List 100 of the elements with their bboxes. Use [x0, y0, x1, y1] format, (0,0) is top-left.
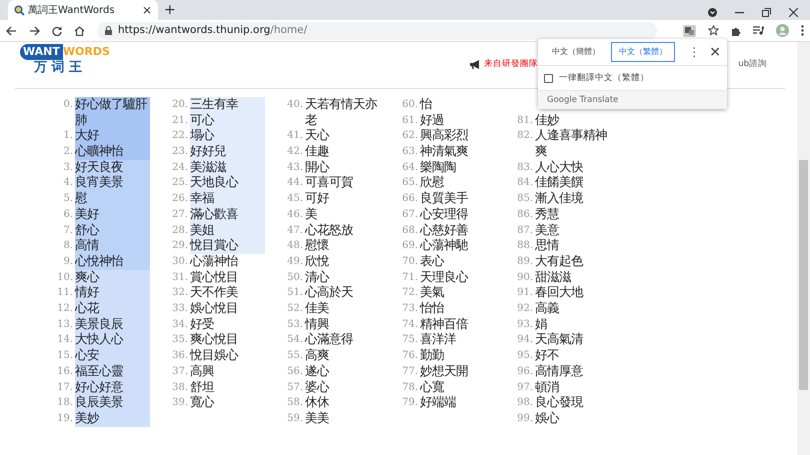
reload-icon[interactable] [52, 26, 62, 36]
result-word[interactable]: 勤勤 [420, 348, 495, 364]
result-word[interactable]: 好心做了驢肝肺 [75, 96, 150, 128]
result-word[interactable]: 佳趣 [305, 144, 380, 160]
back-icon[interactable] [6, 26, 17, 36]
puzzle-icon[interactable] [731, 26, 741, 36]
result-word[interactable]: 心寬 [420, 380, 495, 396]
language-tab[interactable]: 中文（繁體） [611, 42, 675, 62]
result-word[interactable]: 心花 [75, 301, 150, 317]
result-word[interactable]: 悅目娛心 [190, 348, 265, 364]
result-word[interactable]: 樂陶陶 [420, 160, 495, 176]
result-word[interactable]: 爽心 [75, 270, 150, 286]
result-word[interactable]: 天地良心 [190, 175, 265, 192]
result-word[interactable]: 人逢喜事精神爽 [535, 128, 610, 160]
result-word[interactable]: 美妙 [75, 410, 150, 427]
result-word[interactable]: 心安理得 [420, 206, 495, 223]
result-word[interactable]: 心花怒放 [305, 222, 380, 238]
result-word[interactable]: 遂心 [305, 364, 380, 380]
result-word[interactable]: 人心大快 [535, 160, 610, 176]
result-word[interactable]: 心安 [75, 348, 150, 364]
result-word[interactable]: 佳妙 [535, 112, 610, 128]
result-word[interactable]: 良質美手 [420, 191, 495, 207]
result-word[interactable]: 賞心悅目 [190, 270, 265, 286]
result-word[interactable]: 好不 [535, 348, 610, 364]
result-word[interactable]: 開心 [305, 160, 380, 176]
result-word[interactable]: 欣慰 [420, 175, 495, 192]
minimize-icon[interactable] [735, 12, 744, 14]
result-word[interactable]: 良辰美景 [75, 395, 150, 411]
forward-icon[interactable] [29, 26, 40, 36]
result-word[interactable]: 心高於天 [305, 285, 380, 302]
result-word[interactable]: 美意 [535, 222, 610, 238]
result-word[interactable]: 美 [305, 206, 380, 223]
address-bar[interactable]: https://wantwords.thunip.org/home/ [97, 22, 657, 40]
more-button[interactable]: ⋮ [688, 46, 700, 58]
wantwords-logo[interactable]: WANT WORDS 万 词 王 [20, 44, 115, 76]
result-word[interactable]: 心滿意得 [305, 332, 380, 348]
result-word[interactable]: 情好 [75, 285, 150, 302]
result-word[interactable]: 高情厚意 [535, 364, 610, 380]
result-word[interactable]: 表心 [420, 254, 495, 270]
result-word[interactable]: 滿心歡喜 [190, 206, 265, 223]
result-word[interactable]: 思情 [535, 238, 610, 254]
translate-icon[interactable] [683, 24, 696, 36]
result-word[interactable]: 怡 [420, 96, 495, 113]
star-icon[interactable] [708, 25, 719, 36]
result-word[interactable]: 慰懷 [305, 238, 380, 254]
result-word[interactable]: 婆心 [305, 380, 380, 396]
result-word[interactable]: 春回大地 [535, 285, 610, 302]
result-word[interactable]: 佳美 [305, 301, 380, 317]
result-word[interactable]: 美好 [75, 206, 150, 223]
result-word[interactable]: 神清氣爽 [420, 144, 495, 160]
result-word[interactable]: 心悅神怡 [75, 254, 150, 270]
result-word[interactable]: 大快人心 [75, 332, 150, 348]
result-word[interactable]: 欣悅 [305, 254, 380, 270]
browser-tab[interactable]: 萬詞王WantWords × [8, 0, 158, 20]
header-link[interactable]: ub諮詢 [738, 58, 767, 71]
result-word[interactable]: 福至心靈 [75, 364, 150, 380]
close-icon[interactable] [789, 8, 798, 17]
result-word[interactable]: 美姐 [190, 222, 265, 238]
result-word[interactable]: 怡怡 [420, 301, 495, 317]
result-word[interactable]: 喜洋洋 [420, 332, 495, 348]
result-word[interactable]: 心蕩神馳 [420, 238, 495, 254]
result-word[interactable]: 高情 [75, 238, 150, 254]
close-tab-button[interactable]: × [142, 4, 152, 16]
result-word[interactable]: 可好 [305, 191, 380, 207]
result-word[interactable]: 美滋滋 [190, 160, 265, 176]
result-word[interactable]: 好心好意 [75, 380, 150, 396]
chevron-icon[interactable] [708, 8, 717, 17]
result-word[interactable]: 良心發現 [535, 395, 610, 411]
result-word[interactable]: 娟 [535, 316, 610, 332]
result-word[interactable]: 大有起色 [535, 254, 610, 270]
result-word[interactable]: 高義 [535, 301, 610, 317]
checkbox[interactable] [544, 74, 553, 82]
result-word[interactable]: 舒心 [75, 222, 150, 238]
result-word[interactable]: 好受 [190, 316, 265, 332]
result-word[interactable]: 大好 [75, 128, 150, 144]
result-word[interactable]: 漸入佳境 [535, 191, 610, 207]
result-word[interactable]: 天不作美 [190, 285, 265, 302]
result-word[interactable]: 甜滋滋 [535, 270, 610, 286]
result-word[interactable]: 寬心 [190, 395, 265, 411]
result-word[interactable]: 三生有幸 [190, 96, 265, 113]
media-icon[interactable] [753, 26, 764, 35]
menu-icon[interactable] [801, 25, 804, 36]
result-word[interactable]: 爽心悅目 [190, 332, 265, 348]
result-word[interactable]: 可喜可賀 [305, 175, 380, 192]
language-tab[interactable]: 中文（簡體） [544, 42, 608, 62]
result-word[interactable]: 天若有情天亦老 [305, 96, 380, 128]
result-word[interactable]: 美美 [305, 410, 380, 427]
result-word[interactable]: 美景良辰 [75, 316, 150, 332]
result-word[interactable]: 精神百倍 [420, 316, 495, 332]
result-word[interactable]: 心慈好善 [420, 222, 495, 238]
result-word[interactable]: 高爽 [305, 348, 380, 364]
result-word[interactable]: 天理良心 [420, 270, 495, 286]
result-word[interactable]: 好天良夜 [75, 160, 150, 176]
result-word[interactable]: 清心 [305, 270, 380, 286]
home-icon[interactable] [74, 26, 85, 36]
result-word[interactable]: 佳餚美饌 [535, 175, 610, 192]
result-word[interactable]: 塌心 [190, 128, 265, 144]
result-word[interactable]: 悅目賞心 [190, 238, 265, 254]
result-word[interactable]: 秀慧 [535, 206, 610, 222]
result-word[interactable]: 幸福 [190, 191, 265, 207]
